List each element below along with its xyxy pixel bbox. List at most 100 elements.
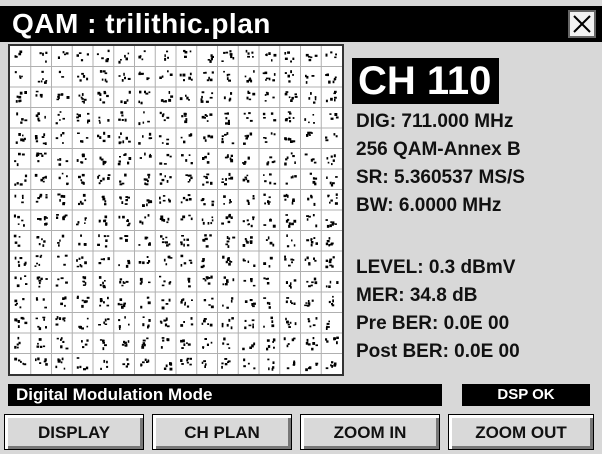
constellation-symbol (98, 318, 110, 326)
constellation-symbol (304, 114, 315, 124)
constellation-symbol (13, 234, 21, 247)
pre-ber-reading: Pre BER: 0.0E 00 (356, 313, 510, 334)
constellation-symbol (262, 112, 277, 122)
ch-plan-button[interactable]: CH PLAN (152, 414, 292, 450)
constellation-symbol (99, 296, 110, 307)
close-button[interactable] (568, 10, 596, 38)
constellation-symbol (245, 49, 254, 58)
constellation-symbol (118, 72, 131, 82)
display-button[interactable]: DISPLAY (4, 414, 144, 450)
constellation-symbol (118, 52, 130, 64)
constellation-symbol (77, 132, 89, 143)
constellation-symbol (35, 90, 43, 98)
constellation-symbol (243, 112, 253, 122)
constellation-symbol (37, 216, 48, 226)
constellation-symbol (203, 71, 214, 82)
constellation-symbol (119, 278, 129, 287)
constellation-symbol (221, 358, 231, 369)
constellation-symbol (159, 173, 172, 185)
constellation-symbol (201, 216, 214, 225)
constellation-symbol (57, 193, 66, 206)
zoom-out-button[interactable]: ZOOM OUT (448, 414, 594, 450)
constellation-symbol (221, 317, 234, 330)
constellation-symbol (15, 91, 27, 103)
constellation-symbol (96, 49, 110, 63)
constellation-symbol (285, 297, 296, 305)
constellation-symbol (98, 116, 110, 124)
constellation-symbol (159, 70, 173, 79)
constellation-symbol (55, 111, 65, 125)
constellation-symbol (242, 216, 255, 228)
constellation-symbol (181, 154, 193, 165)
constellation-symbol (221, 172, 234, 186)
constellation-diagram (8, 44, 344, 376)
constellation-symbol (284, 137, 296, 143)
constellation-symbol (180, 214, 193, 221)
constellation-symbol (159, 195, 171, 204)
constellation-symbol (263, 316, 275, 328)
close-icon (573, 15, 591, 33)
constellation-symbol (14, 316, 28, 328)
constellation-symbol (14, 275, 28, 288)
constellation-symbol (16, 112, 28, 124)
constellation-symbol (265, 236, 275, 247)
constellation-symbol (159, 111, 170, 122)
constellation-symbol (242, 342, 256, 351)
constellation-symbol (35, 193, 48, 203)
constellation-symbol (143, 173, 151, 186)
constellation-symbol (14, 298, 25, 309)
constellation-symbol (283, 337, 296, 348)
constellation-symbol (265, 52, 277, 62)
mode-status: Digital Modulation Mode (8, 384, 442, 406)
constellation-symbol (180, 339, 191, 349)
constellation-symbol (142, 316, 151, 329)
constellation-symbol (78, 173, 85, 185)
constellation-symbol (246, 90, 256, 101)
constellation-symbol (76, 217, 87, 226)
constellation-symbol (201, 360, 207, 368)
constellation-symbol (187, 277, 191, 288)
constellation-symbol (305, 362, 319, 372)
constellation-symbol (284, 111, 295, 123)
window-title: QAM : trilithic.plan (12, 8, 271, 39)
constellation-symbol (242, 258, 256, 267)
constellation-symbol (77, 72, 89, 82)
constellation-symbol (222, 255, 233, 266)
constellation-symbol (242, 236, 253, 247)
constellation-symbol (221, 213, 233, 225)
constellation-symbol (99, 339, 107, 351)
dsp-status-badge: DSP OK (462, 384, 590, 406)
constellation-symbol (99, 70, 108, 83)
constellation-symbol (118, 132, 131, 145)
constellation-symbol (55, 357, 66, 370)
symbol-rate: SR: 5.360537 MS/S (356, 167, 525, 188)
zoom-in-button[interactable]: ZOOM IN (300, 414, 440, 450)
constellation-symbol (163, 362, 173, 371)
constellation-symbol (326, 176, 338, 187)
constellation-symbol (13, 214, 25, 227)
constellation-symbol (306, 131, 313, 137)
constellation-symbol (203, 297, 214, 309)
constellation-symbol (76, 112, 91, 124)
constellation-symbol (224, 112, 230, 125)
constellation-symbol (97, 234, 110, 248)
constellation-symbol (304, 153, 317, 164)
constellation-symbol (14, 256, 27, 267)
constellation-symbol (57, 158, 69, 166)
constellation-symbol (201, 113, 213, 122)
constellation-symbol (325, 336, 339, 345)
constellation-symbol (35, 112, 46, 122)
constellation-symbol (122, 358, 130, 368)
constellation-symbol (263, 218, 276, 228)
constellation-symbol (306, 214, 318, 228)
constellation-symbol (223, 195, 232, 205)
constellation-symbol (327, 193, 338, 205)
constellation-symbol (99, 156, 107, 166)
constellation-symbol (223, 92, 233, 102)
constellation-symbol (202, 338, 213, 349)
constellation-symbol (325, 320, 330, 330)
constellation-symbol (159, 215, 170, 224)
constellation-symbol (180, 194, 192, 204)
constellation-symbol (304, 256, 317, 266)
constellation-symbol (55, 132, 65, 144)
